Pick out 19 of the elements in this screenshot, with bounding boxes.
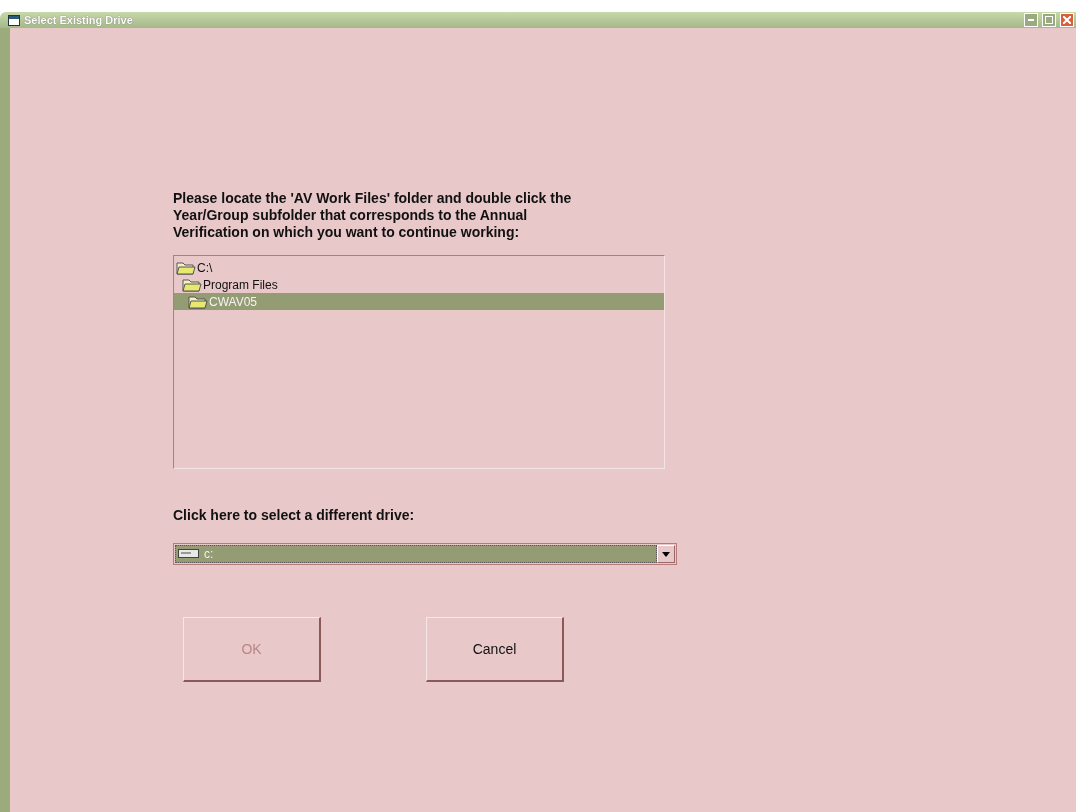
folder-item[interactable]: C:\ [174, 259, 664, 276]
caret-icon [662, 551, 670, 557]
cancel-button[interactable]: Cancel [426, 617, 564, 682]
window-title: Select Existing Drive [24, 14, 134, 26]
window-icon [8, 14, 20, 26]
maximize-button[interactable] [1042, 13, 1056, 27]
instructions-text: Please locate the 'AV Work Files' folder and double click the Year/Group subfolder that corresponds to the Annual Verification on which you want to continue working: [173, 190, 573, 241]
folder-item[interactable]: Program Files [174, 276, 664, 293]
dropdown-button[interactable] [657, 545, 675, 563]
folder-icon [188, 294, 208, 309]
folder-icon [182, 277, 202, 292]
minimize-icon [1028, 19, 1034, 21]
drive-label: Click here to select a different drive: [173, 507, 416, 523]
minimize-button[interactable] [1024, 13, 1038, 27]
drive-icon [178, 549, 200, 559]
close-button[interactable] [1060, 13, 1074, 27]
close-icon [1063, 16, 1071, 24]
folder-icon [176, 260, 196, 275]
maximize-icon [1045, 16, 1053, 24]
